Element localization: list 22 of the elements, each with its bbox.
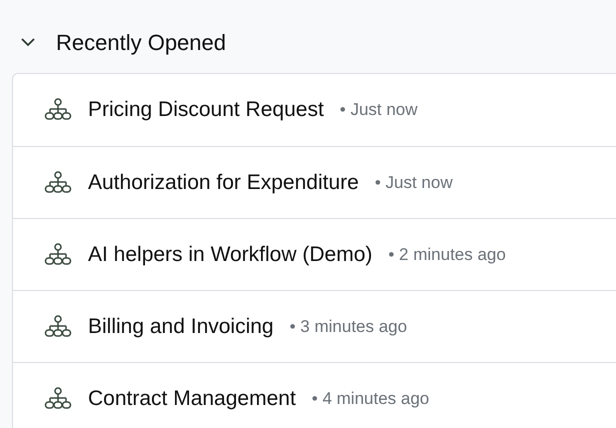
item-time: • Just now [374, 172, 453, 194]
item-name: Authorization for Expenditure [88, 170, 359, 196]
list-item[interactable]: Contract Management • 4 minutes ago [13, 362, 616, 428]
list-item[interactable]: Billing and Invoicing • 3 minutes ago [13, 290, 616, 362]
hierarchy-icon [44, 314, 72, 338]
hierarchy-icon [44, 242, 72, 266]
list-item[interactable]: Pricing Discount Request • Just now [13, 74, 616, 146]
item-time: • 4 minutes ago [312, 388, 430, 410]
section-title: Recently Opened [56, 28, 226, 57]
list-item[interactable]: Authorization for Expenditure • Just now [13, 146, 616, 218]
item-time: • 3 minutes ago [290, 316, 408, 338]
chevron-icon [20, 37, 36, 47]
hierarchy-icon [44, 98, 72, 122]
item-name: Contract Management [88, 386, 296, 412]
list-item[interactable]: AI helpers in Workflow (Demo) • 2 minutes ago [13, 218, 616, 290]
item-time: • Just now [340, 99, 418, 122]
hierarchy-icon [44, 386, 72, 410]
hierarchy-icon [44, 170, 72, 194]
item-name: Pricing Discount Request [88, 97, 324, 124]
item-time: • 2 minutes ago [388, 244, 506, 266]
item-name: AI helpers in Workflow (Demo) [88, 242, 372, 268]
item-name: Billing and Invoicing [88, 314, 274, 340]
